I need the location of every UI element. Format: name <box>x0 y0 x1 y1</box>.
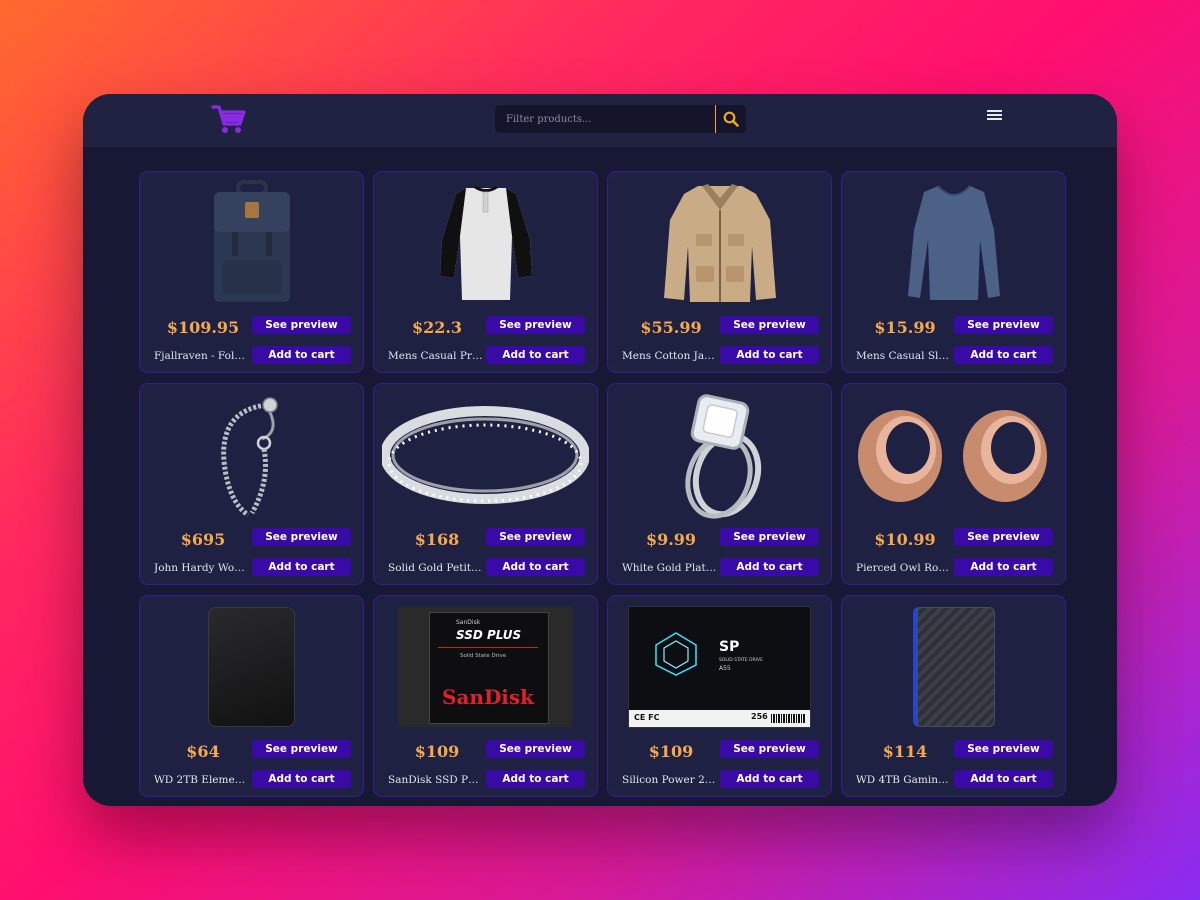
see-preview-button[interactable]: See preview <box>720 740 819 758</box>
search-input[interactable] <box>495 105 713 133</box>
ssd-label-logo: SP <box>719 639 740 655</box>
product-card: SanDisk SSD PLUS Solid State Drive SanDi… <box>373 595 598 797</box>
product-card: $15.99 Mens Casual Slim Fit See preview … <box>841 171 1066 373</box>
product-image-gaming-hdd[interactable] <box>850 602 1057 732</box>
add-to-cart-button[interactable]: Add to cart <box>252 346 351 364</box>
see-preview-button[interactable]: See preview <box>720 528 819 546</box>
ssd-label-brand: SanDisk <box>442 685 535 709</box>
hdd-body <box>912 607 995 727</box>
see-preview-button[interactable]: See preview <box>954 740 1053 758</box>
product-price: $10.99 <box>874 530 936 549</box>
product-price: $109 <box>414 742 460 761</box>
product-price: $109 <box>648 742 694 761</box>
add-to-cart-button[interactable]: Add to cart <box>486 346 585 364</box>
see-preview-button[interactable]: See preview <box>252 316 351 334</box>
product-card: $168 Solid Gold Petite Micropave See pre… <box>373 383 598 585</box>
see-preview-button[interactable]: See preview <box>486 316 585 334</box>
menu-line <box>987 110 1002 112</box>
ssd-label-line1: SOLID STATE DRIVE <box>719 658 763 663</box>
ssd-label-model: A55 <box>719 665 731 672</box>
product-card: $114 WD 4TB Gaming Drive See preview Add… <box>841 595 1066 797</box>
product-title: Fjallraven - Foldsack No. 1 Backpack <box>154 350 249 362</box>
add-to-cart-button[interactable]: Add to cart <box>954 770 1053 788</box>
product-image-portable-hdd[interactable] <box>148 602 355 732</box>
product-price: $55.99 <box>640 318 702 337</box>
ssd-label-sub: Solid State Drive <box>460 653 507 659</box>
product-card: $10.99 Pierced Owl Rose Gold Plated See … <box>841 383 1066 585</box>
add-to-cart-button[interactable]: Add to cart <box>252 770 351 788</box>
search-icon <box>723 111 739 127</box>
product-title: Pierced Owl Rose Gold Plated <box>856 562 951 574</box>
hdd-body <box>208 607 295 727</box>
product-card: $22.3 Mens Casual Premium Slim Fit T-Shi… <box>373 171 598 373</box>
product-price: $695 <box>180 530 226 549</box>
product-card: $64 WD 2TB Elements Portable See preview… <box>139 595 364 797</box>
top-bar <box>83 94 1117 147</box>
product-card: $109.95 Fjallraven - Foldsack No. 1 Back… <box>139 171 364 373</box>
product-price: $109.95 <box>166 318 240 337</box>
product-price: $22.3 <box>411 318 463 337</box>
product-image-shirt[interactable] <box>382 178 589 308</box>
product-title: Mens Casual Premium Slim Fit T-Shirts <box>388 350 483 362</box>
product-image-tunnel-earrings[interactable] <box>850 390 1057 520</box>
see-preview-button[interactable]: See preview <box>720 316 819 334</box>
product-title: WD 4TB Gaming Drive <box>856 774 951 786</box>
product-image-backpack[interactable] <box>148 178 355 308</box>
see-preview-button[interactable]: See preview <box>486 528 585 546</box>
product-grid: $109.95 Fjallraven - Foldsack No. 1 Back… <box>139 171 1066 797</box>
menu-line <box>987 118 1002 120</box>
see-preview-button[interactable]: See preview <box>252 740 351 758</box>
menu-line <box>987 114 1002 116</box>
product-title: SanDisk SSD PLUS 1TB <box>388 774 483 786</box>
search-button[interactable] <box>715 105 746 133</box>
ssd-label-model: SSD PLUS <box>456 628 522 642</box>
product-image-long-sleeve-shirt[interactable] <box>850 178 1057 308</box>
see-preview-button[interactable]: See preview <box>954 316 1053 334</box>
product-price: $114 <box>882 742 928 761</box>
product-title: Mens Cotton Jacket <box>622 350 717 362</box>
product-image-bracelet[interactable] <box>148 390 355 520</box>
ssd-label-brand-small: SanDisk <box>456 619 481 626</box>
add-to-cart-button[interactable]: Add to cart <box>720 558 819 576</box>
see-preview-button[interactable]: See preview <box>486 740 585 758</box>
product-card: $55.99 Mens Cotton Jacket See preview Ad… <box>607 171 832 373</box>
product-title: Silicon Power 256GB SSD <box>622 774 717 786</box>
add-to-cart-button[interactable]: Add to cart <box>954 346 1053 364</box>
add-to-cart-button[interactable]: Add to cart <box>720 770 819 788</box>
add-to-cart-button[interactable]: Add to cart <box>954 558 1053 576</box>
product-title: WD 2TB Elements Portable <box>154 774 249 786</box>
product-image-band-ring[interactable] <box>382 390 589 520</box>
product-card: $695 John Hardy Women's Legends Naga Bra… <box>139 383 364 585</box>
product-image-sandisk-ssd[interactable]: SanDisk SSD PLUS Solid State Drive SanDi… <box>382 602 589 732</box>
product-card: SP SOLID STATE DRIVE A55 CE FC 256 $109 … <box>607 595 832 797</box>
product-image-jacket[interactable] <box>616 178 823 308</box>
search-bar <box>495 105 746 133</box>
product-image-sp-ssd[interactable]: SP SOLID STATE DRIVE A55 CE FC 256 <box>616 602 823 732</box>
ssd-label-capacity: 256 <box>751 712 768 721</box>
product-price: $15.99 <box>874 318 936 337</box>
add-to-cart-button[interactable]: Add to cart <box>720 346 819 364</box>
product-card: $9.99 White Gold Plated Princess See pre… <box>607 383 832 585</box>
product-price: $9.99 <box>645 530 697 549</box>
hamburger-menu-icon[interactable] <box>987 110 1002 122</box>
product-title: John Hardy Women's Legends Naga Bracelet <box>154 562 249 574</box>
product-image-diamond-ring[interactable] <box>616 390 823 520</box>
ssd-label-marks: CE FC <box>634 713 660 722</box>
product-price: $64 <box>186 742 220 761</box>
see-preview-button[interactable]: See preview <box>954 528 1053 546</box>
see-preview-button[interactable]: See preview <box>252 528 351 546</box>
product-title: Solid Gold Petite Micropave <box>388 562 483 574</box>
cart-icon[interactable] <box>211 102 247 136</box>
product-title: White Gold Plated Princess <box>622 562 717 574</box>
product-price: $168 <box>414 530 460 549</box>
app-window: $109.95 Fjallraven - Foldsack No. 1 Back… <box>83 94 1117 806</box>
add-to-cart-button[interactable]: Add to cart <box>252 558 351 576</box>
add-to-cart-button[interactable]: Add to cart <box>486 770 585 788</box>
product-title: Mens Casual Slim Fit <box>856 350 951 362</box>
add-to-cart-button[interactable]: Add to cart <box>486 558 585 576</box>
